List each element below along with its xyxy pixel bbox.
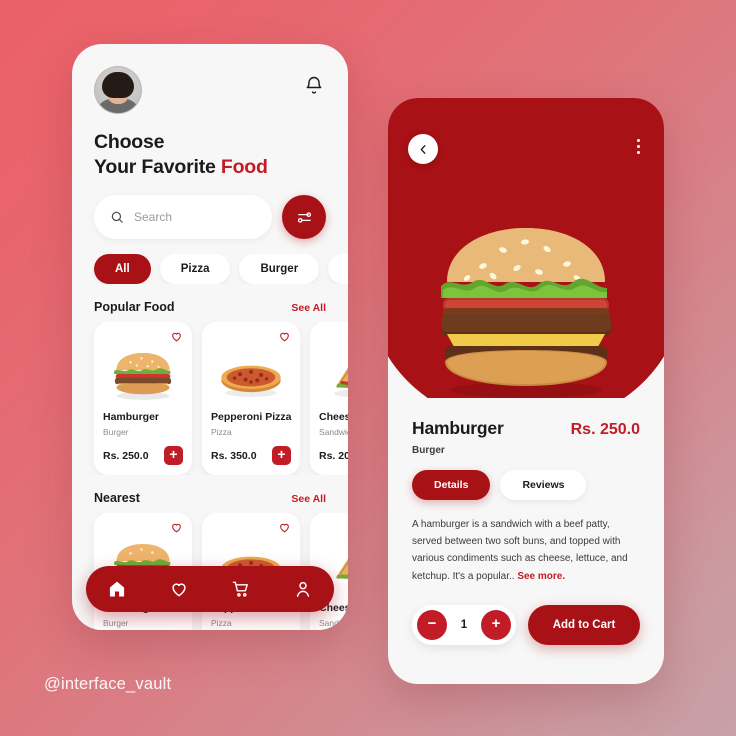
- quantity-value: 1: [460, 618, 468, 631]
- price-row: Rs. 200.0 +: [319, 446, 348, 465]
- poster-canvas: Choose Your Favorite Food Search All Piz…: [0, 0, 736, 736]
- food-image-pizza: [211, 341, 291, 403]
- heart-icon: [280, 332, 289, 342]
- add-button[interactable]: +: [272, 446, 291, 466]
- watermark: @interface_vault: [44, 675, 172, 693]
- cart-icon[interactable]: [231, 579, 251, 599]
- see-all-link[interactable]: See All: [291, 302, 326, 314]
- home-header: Choose Your Favorite Food Search: [72, 44, 348, 240]
- phone-home-screen: Choose Your Favorite Food Search All Piz…: [72, 44, 348, 630]
- heart-icon: [280, 523, 289, 533]
- see-more-link[interactable]: See more.: [517, 571, 565, 582]
- section-header-nearest: Nearest See All: [72, 491, 348, 505]
- list-item[interactable]: Hamburger Burger Rs. 250.0 +: [94, 322, 192, 476]
- detail-tabs: Details Reviews: [412, 470, 640, 500]
- user-avatar[interactable]: [94, 66, 142, 114]
- headline-accent: Food: [220, 155, 268, 178]
- food-category: Pizza: [211, 618, 232, 629]
- food-category: Burger: [103, 427, 129, 438]
- search-placeholder: Search: [134, 210, 173, 225]
- search-row: Search: [94, 195, 326, 240]
- product-description: A hamburger is a sandwich with a beef pa…: [412, 516, 640, 585]
- kebab-menu-icon[interactable]: [637, 139, 640, 154]
- see-all-link[interactable]: See All: [291, 493, 326, 505]
- heart-icon[interactable]: [169, 579, 189, 599]
- chip-sandwich[interactable]: Sandwich: [328, 254, 348, 285]
- popular-food-list: Hamburger Burger Rs. 250.0 + Pepperoni P…: [72, 322, 348, 476]
- add-button[interactable]: +: [164, 446, 183, 466]
- food-name: Pepperoni Pizza: [211, 411, 292, 424]
- food-name: Cheese Sandwich: [319, 411, 348, 424]
- avatar-hair: [102, 72, 134, 98]
- section-title: Nearest: [94, 491, 140, 506]
- back-button[interactable]: [408, 134, 438, 164]
- product-header: Hamburger Rs. 250.0: [412, 418, 640, 439]
- heart-icon: [172, 523, 181, 533]
- search-icon: [111, 211, 123, 223]
- add-to-cart-button[interactable]: Add to Cart: [528, 604, 640, 645]
- food-category: Sandwich: [319, 618, 348, 629]
- tab-details[interactable]: Details: [412, 470, 491, 500]
- section-title: Popular Food: [94, 300, 175, 315]
- food-price: Rs. 250.0: [103, 449, 149, 462]
- kebab-dot: [637, 139, 640, 142]
- increment-button[interactable]: +: [481, 609, 511, 640]
- headline-line-2: Your Favorite Food: [94, 155, 326, 180]
- decrement-button[interactable]: −: [417, 609, 447, 640]
- product-price: Rs. 250.0: [570, 421, 640, 438]
- food-category: Sandwich: [319, 427, 348, 438]
- bell-icon[interactable]: [304, 74, 324, 96]
- sliders-icon: [297, 211, 311, 223]
- page-title: Choose Your Favorite Food: [94, 130, 326, 179]
- food-image-sandwich: [319, 341, 348, 403]
- headline-prefix: Your Favorite: [94, 155, 221, 178]
- food-price: Rs. 350.0: [211, 449, 257, 462]
- chip-burger[interactable]: Burger: [239, 254, 320, 285]
- filter-button[interactable]: [282, 195, 326, 240]
- chevron-left-icon: [420, 144, 426, 154]
- tab-reviews[interactable]: Reviews: [500, 470, 587, 500]
- bottom-navigation-bar: [86, 566, 334, 612]
- phone-detail-screen: Hamburger Rs. 250.0 Burger Details Revie…: [388, 98, 664, 684]
- chip-all[interactable]: All: [94, 254, 151, 285]
- section-header-popular: Popular Food See All: [72, 300, 348, 314]
- category-chip-list[interactable]: All Pizza Burger Sandwich: [72, 254, 348, 285]
- kebab-dot: [637, 151, 640, 154]
- product-title: Hamburger: [412, 418, 504, 438]
- food-image-hamburger: [103, 341, 183, 403]
- person-icon[interactable]: [293, 579, 313, 599]
- quantity-stepper: − 1 +: [412, 604, 516, 645]
- search-input[interactable]: Search: [94, 195, 272, 240]
- price-row: Rs. 250.0 +: [103, 446, 183, 466]
- food-category: Pizza: [211, 427, 232, 438]
- cart-action-row: − 1 + Add to Cart: [412, 604, 640, 645]
- list-item[interactable]: Pepperoni Pizza Pizza Rs. 350.0 +: [202, 322, 300, 476]
- hero-image-hamburger: [420, 220, 632, 398]
- food-name: Hamburger: [103, 411, 160, 424]
- headline-line-1: Choose: [94, 131, 165, 153]
- product-category: Burger: [412, 445, 445, 456]
- home-icon[interactable]: [107, 579, 127, 599]
- detail-hero: [388, 98, 664, 398]
- kebab-dot: [637, 145, 640, 148]
- list-item[interactable]: Cheese Sandwich Sandwich Rs. 200.0 +: [310, 322, 348, 476]
- detail-body: Hamburger Rs. 250.0 Burger Details Revie…: [388, 398, 664, 645]
- heart-icon: [172, 332, 181, 342]
- chip-pizza[interactable]: Pizza: [159, 254, 231, 285]
- food-price: Rs. 200.0: [319, 449, 348, 462]
- food-category: Burger: [103, 618, 129, 629]
- price-row: Rs. 350.0 +: [211, 446, 291, 466]
